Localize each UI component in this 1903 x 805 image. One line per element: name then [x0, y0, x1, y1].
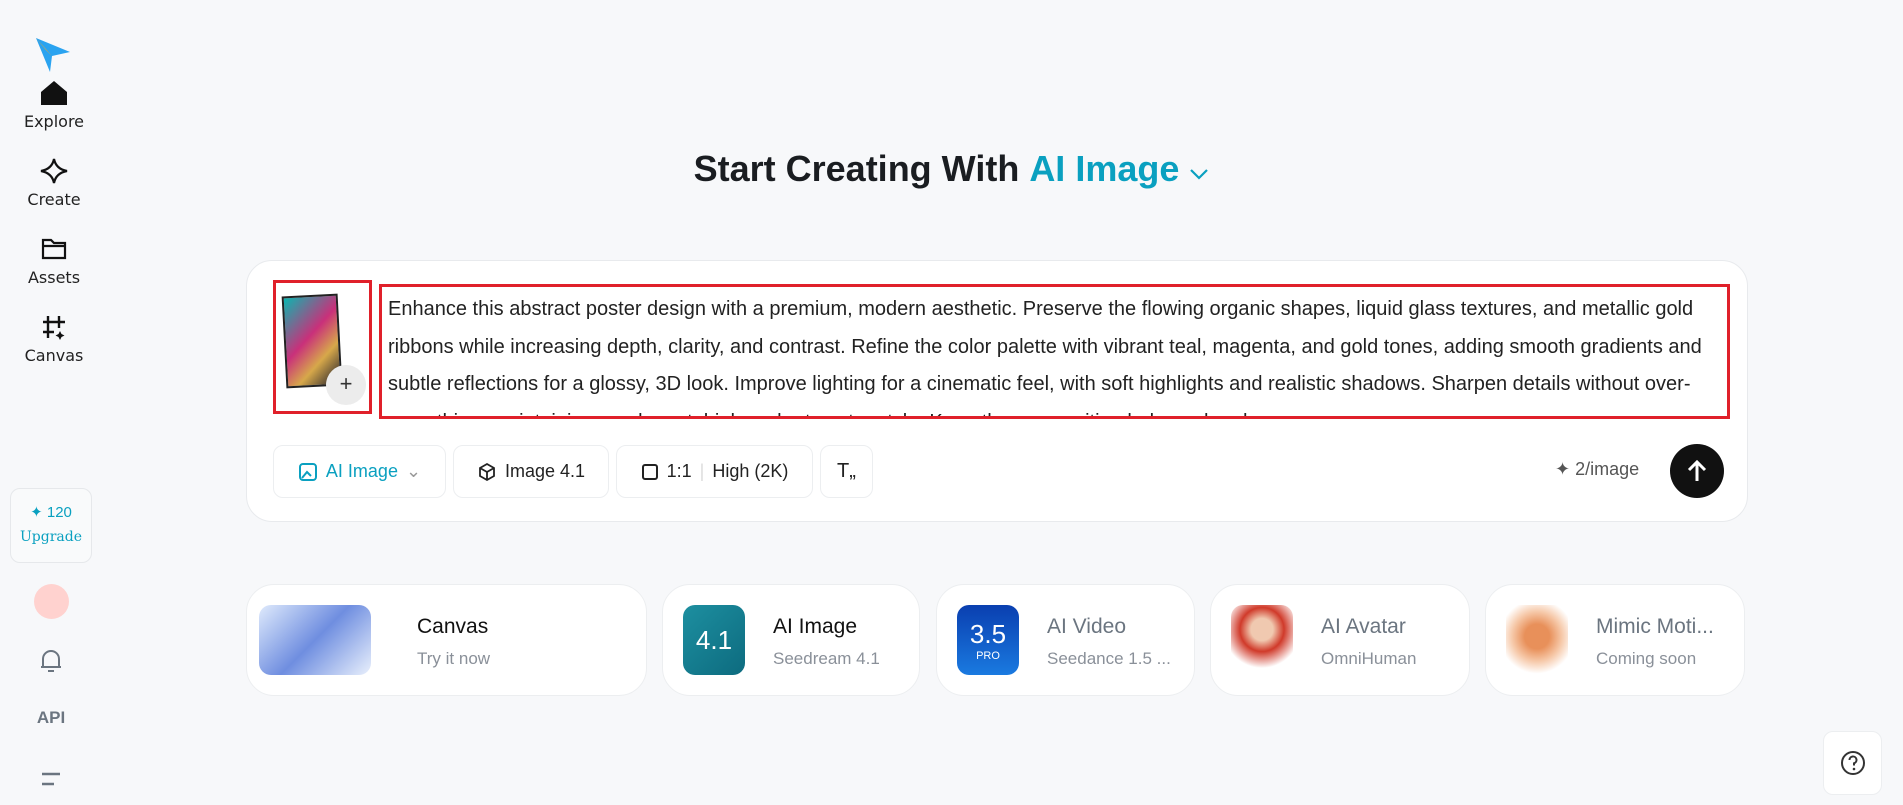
badge-version: 3.5: [969, 619, 1007, 649]
add-image-button[interactable]: +: [326, 365, 366, 405]
tile-subtitle: Coming soon: [1596, 649, 1697, 668]
page-title: Start Creating With AI Image: [0, 148, 1903, 190]
tile-subtitle: OmniHuman: [1321, 649, 1417, 668]
chevron-down-icon: ⌄: [405, 461, 422, 481]
tile-title: AI Image: [773, 615, 858, 638]
arrow-up-icon: [1687, 459, 1707, 481]
canvas-icon: [43, 316, 65, 340]
mimic-image: [1506, 605, 1568, 675]
tile-mimic-motion[interactable]: Mimic Moti... Coming soon: [1485, 584, 1745, 696]
mode-label: AI Image: [325, 461, 398, 481]
cost-indicator: ✦ 2/image: [1555, 459, 1640, 479]
tile-ai-avatar[interactable]: AI Avatar OmniHuman: [1210, 584, 1470, 696]
mode-label: AI Image: [1029, 148, 1180, 189]
tile-subtitle: Seedance 1.5 ...: [1047, 649, 1171, 668]
quality-label: High (2K): [712, 461, 789, 481]
question-icon: [1840, 751, 1865, 775]
sidebar-item-label: Assets: [27, 268, 81, 287]
tile-ai-image[interactable]: 4.1 AI Image Seedream 4.1: [662, 584, 920, 696]
reference-image-slot[interactable]: +: [273, 280, 372, 414]
tile-canvas[interactable]: Canvas Try it now: [246, 584, 647, 696]
text-format-icon: T„: [837, 460, 856, 482]
menu-icon[interactable]: [0, 770, 102, 795]
tile-title: Canvas: [417, 615, 489, 638]
prompt-input[interactable]: Enhance this abstract poster design with…: [379, 284, 1730, 419]
mode-dropdown[interactable]: AI Image: [1029, 148, 1209, 189]
folder-icon: [41, 238, 67, 260]
title-text: Start Creating With: [693, 148, 1020, 189]
sidebar-item-label: Explore: [23, 112, 85, 131]
cube-icon: [479, 462, 495, 481]
tile-title: Mimic Moti...: [1596, 615, 1714, 638]
send-button[interactable]: [1670, 444, 1724, 498]
sidebar-item-assets[interactable]: Assets: [0, 236, 108, 287]
sidebar: Explore Create Assets Canvas ✦ 120 Upgra…: [0, 0, 108, 805]
seedream-logo: 4.1: [683, 605, 745, 675]
mode-select-button[interactable]: AI Image ⌄: [273, 445, 446, 498]
home-icon: [41, 81, 67, 105]
tile-subtitle: Try it now: [417, 649, 491, 668]
square-icon: [641, 463, 658, 480]
credits-count: ✦ 120: [30, 504, 72, 521]
tile-title: AI Video: [1047, 615, 1127, 638]
seedance-logo: 3.5 PRO: [957, 605, 1019, 675]
prompt-text: Enhance this abstract poster design with…: [388, 298, 1702, 416]
ratio-quality-button[interactable]: 1:1 | High (2K): [616, 445, 813, 498]
badge-pro: PRO: [976, 650, 1000, 662]
cost-label: 2/image: [1575, 459, 1640, 479]
divider: |: [699, 461, 705, 481]
sidebar-item-label: Create: [27, 190, 81, 209]
logo-icon[interactable]: [34, 36, 72, 74]
pegasus-image: [259, 605, 371, 675]
bell-icon[interactable]: [0, 648, 102, 679]
sidebar-item-explore[interactable]: Explore: [0, 80, 108, 131]
tile-title: AI Avatar: [1321, 615, 1406, 638]
help-button[interactable]: [1823, 731, 1882, 795]
image-icon: [298, 462, 317, 481]
api-link[interactable]: API: [0, 708, 102, 728]
avatar[interactable]: [34, 584, 69, 619]
tile-subtitle: Seedream 4.1: [773, 649, 880, 668]
model-label: Image 4.1: [504, 461, 586, 481]
model-select-button[interactable]: Image 4.1: [453, 445, 609, 498]
ratio-label: 1:1: [666, 461, 692, 481]
credits-value: 120: [46, 504, 72, 521]
text-style-button[interactable]: T„: [820, 445, 873, 498]
upgrade-label: Upgrade: [19, 529, 82, 545]
sidebar-item-canvas[interactable]: Canvas: [0, 314, 108, 365]
prompt-card: + Enhance this abstract poster design wi…: [246, 260, 1748, 522]
sidebar-item-label: Canvas: [24, 346, 84, 365]
avatar-image: [1231, 605, 1293, 675]
upgrade-button[interactable]: ✦ 120 Upgrade: [10, 488, 92, 563]
tile-ai-video[interactable]: 3.5 PRO AI Video Seedance 1.5 ...: [936, 584, 1195, 696]
chevron-down-icon: [1190, 169, 1209, 180]
